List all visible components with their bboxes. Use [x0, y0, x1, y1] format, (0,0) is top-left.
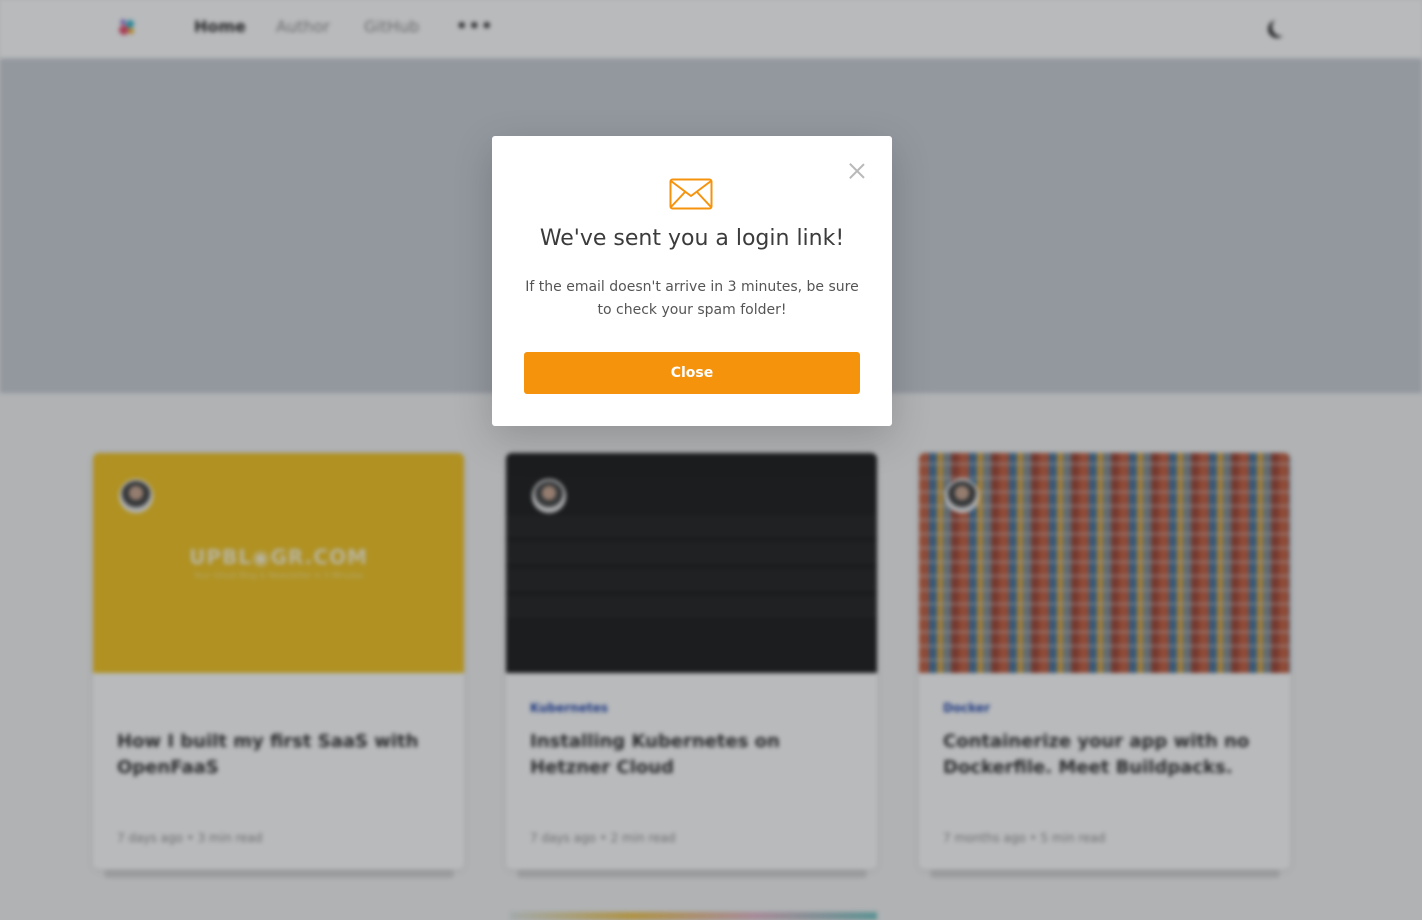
modal-message: If the email doesn't arrive in 3 minutes… [525, 279, 859, 318]
modal-title: We've sent you a login link! [539, 226, 845, 251]
close-button[interactable]: Close [524, 352, 860, 394]
envelope-icon [669, 178, 713, 210]
close-icon[interactable] [847, 161, 867, 181]
login-link-modal: We've sent you a login link! If the emai… [492, 136, 892, 426]
